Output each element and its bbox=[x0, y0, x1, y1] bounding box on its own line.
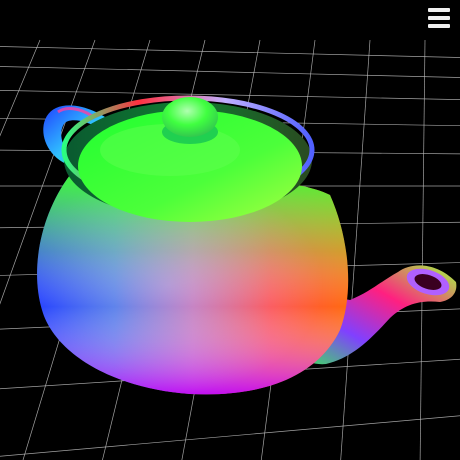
teapot-lid-knob bbox=[162, 97, 218, 137]
menu-bar-bottom bbox=[428, 24, 450, 28]
scene-canvas[interactable] bbox=[0, 0, 460, 460]
menu-bar-middle bbox=[428, 16, 450, 20]
menu-bar-top bbox=[428, 8, 450, 12]
hamburger-menu-icon[interactable] bbox=[428, 8, 450, 28]
teapot-model bbox=[37, 95, 457, 395]
3d-viewport[interactable] bbox=[0, 0, 460, 460]
